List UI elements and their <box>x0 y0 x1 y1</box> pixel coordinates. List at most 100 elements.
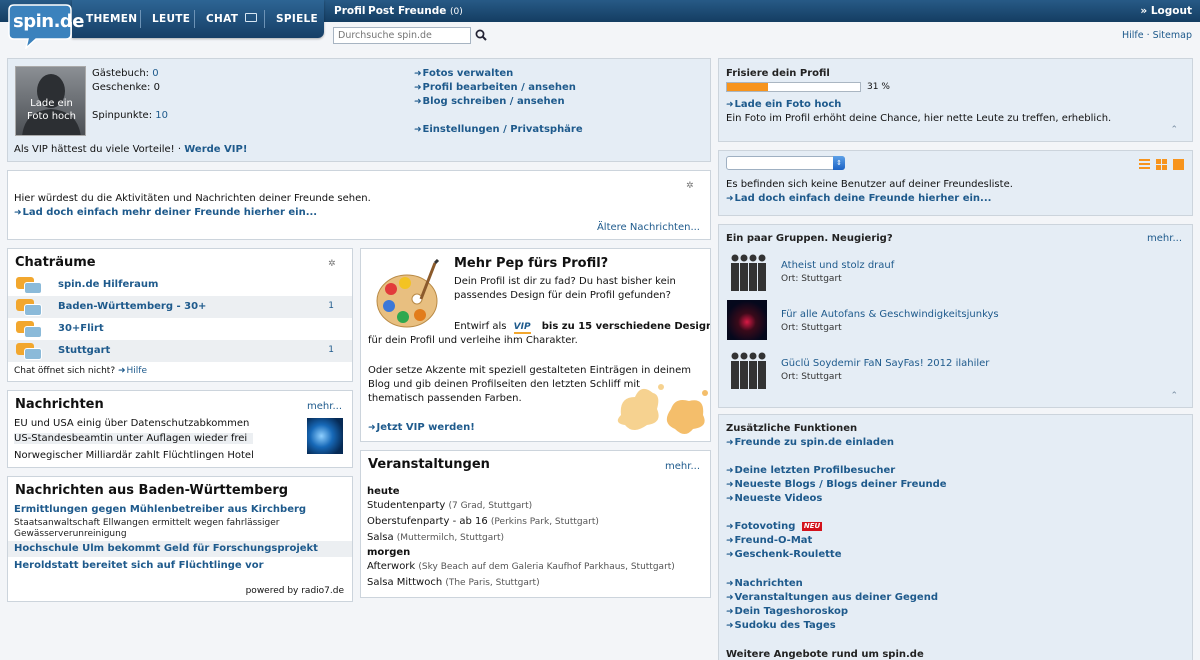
arrow-right-icon: ➜ <box>414 83 422 93</box>
friends-filter-select[interactable]: ⇕ <box>726 156 845 170</box>
fn-invite-link[interactable]: Freunde zu spin.de einladen <box>735 437 894 448</box>
functions-panel: Zusätzliche Funktionen ➜Freunde zu spin.… <box>718 414 1193 660</box>
group-name[interactable]: Für alle Autofans & Geschwindigkeitsjunk… <box>781 309 999 320</box>
gear-icon[interactable]: ✲ <box>686 181 696 191</box>
blog-schreiben-link[interactable]: Blog schreiben <box>423 96 507 107</box>
list-view-icon[interactable] <box>1139 159 1150 170</box>
arrow-right-icon: ➜ <box>414 125 422 135</box>
fn-veranstaltungen-link[interactable]: Veranstaltungen aus deiner Gegend <box>735 592 938 603</box>
event-name[interactable]: Studentenparty <box>367 500 445 511</box>
chatroom-row[interactable]: 30+Flirt <box>8 318 352 340</box>
chatroom-row[interactable]: Stuttgart 1 <box>8 340 352 362</box>
spin-logo[interactable]: spin.de <box>8 3 85 51</box>
regional-headline[interactable]: Ermittlungen gegen Mühlenbetreiber aus K… <box>14 504 306 515</box>
collapse-icon[interactable]: ⌃ <box>1170 125 1178 135</box>
regional-headline[interactable]: Hochschule Ulm bekommt Geld für Forschun… <box>14 543 318 554</box>
event-row[interactable]: Salsa Mittwoch (The Paris, Stuttgart) <box>367 577 540 588</box>
fn-sudoku-link[interactable]: Sudoku des Tages <box>735 620 836 631</box>
chatroom-row[interactable]: Baden-Württemberg - 30+ 1 <box>8 296 352 318</box>
event-name[interactable]: Oberstufenparty - ab 16 <box>367 516 488 527</box>
fn-geschenk-link[interactable]: Geschenk-Roulette <box>735 549 842 560</box>
grid-view-icon[interactable] <box>1156 159 1167 170</box>
topbar-freunde[interactable]: Freunde (0) <box>398 5 463 17</box>
group-item[interactable]: Güclü Soydemir FaN SayFas! 2012 ilahiler… <box>719 349 1192 391</box>
fn-invite-row: ➜Freunde zu spin.de einladen <box>726 437 894 448</box>
arrow-right-icon: ➜ <box>726 579 734 589</box>
profil-bearbeiten-link[interactable]: Profil bearbeiten <box>423 82 518 93</box>
tile-view-icon[interactable] <box>1173 159 1184 170</box>
event-name[interactable]: Salsa Mittwoch <box>367 577 442 588</box>
search-input[interactable] <box>333 27 471 44</box>
group-item[interactable]: Für alle Autofans & Geschwindigkeitsjunk… <box>719 300 1192 342</box>
group-thumbnail[interactable] <box>727 300 767 340</box>
sitemap-link[interactable]: Sitemap <box>1153 30 1192 41</box>
nav-themen[interactable]: THEMEN <box>86 13 137 25</box>
fotos-verwalten-row: ➜Fotos verwalten <box>414 68 513 79</box>
collapse-icon[interactable]: ⌃ <box>1170 391 1178 401</box>
group-name[interactable]: Atheist und stolz drauf <box>781 260 894 271</box>
gear-icon[interactable]: ✲ <box>328 259 338 269</box>
nav-leute[interactable]: LEUTE <box>152 13 190 25</box>
search-icon[interactable] <box>475 29 487 41</box>
einstellungen-link[interactable]: Einstellungen <box>423 124 500 135</box>
vip-link[interactable]: Werde VIP! <box>184 144 247 155</box>
gaestebuch-value[interactable]: 0 <box>152 68 158 79</box>
event-row[interactable]: Afterwork (Sky Beach auf dem Galeria Kau… <box>367 561 675 572</box>
events-more-link[interactable]: mehr... <box>665 461 700 472</box>
chatroom-name[interactable]: 30+Flirt <box>58 323 104 334</box>
fn-horoskop-link[interactable]: Dein Tageshoroskop <box>735 606 848 617</box>
privatsphaere-link[interactable]: Privatsphäre <box>510 124 582 135</box>
spinpunkte-value[interactable]: 10 <box>155 110 168 121</box>
help-link[interactable]: Hilfe <box>1122 30 1144 41</box>
group-silhouette-icon[interactable] <box>727 251 767 291</box>
fn-freund-o-mat-link[interactable]: Freund-O-Mat <box>735 535 813 546</box>
fn-fotovoting-link[interactable]: Fotovoting <box>735 521 796 532</box>
fn-fotovoting-row: ➜Fotovoting NEU <box>726 521 823 532</box>
profil-ansehen-link[interactable]: ansehen <box>528 82 576 93</box>
older-news-link[interactable]: Ältere Nachrichten... <box>597 222 700 233</box>
group-silhouette-icon[interactable] <box>727 349 767 389</box>
fn-besucher-link[interactable]: Deine letzten Profilbesucher <box>735 465 896 476</box>
event-row[interactable]: Studentenparty (7 Grad, Stuttgart) <box>367 500 532 511</box>
chatroom-name[interactable]: Baden-Württemberg - 30+ <box>58 301 206 312</box>
fn-nachrichten-link[interactable]: Nachrichten <box>735 578 803 589</box>
news-more-link[interactable]: mehr... <box>307 401 342 412</box>
chatroom-name[interactable]: Stuttgart <box>58 345 110 356</box>
news-item[interactable]: EU und USA einig über Datenschutzabkomme… <box>14 418 249 429</box>
news-item[interactable]: US-Standesbeamtin unter Auflagen wieder … <box>14 433 254 444</box>
fn-blogs-freunde-link[interactable]: Blogs deiner Freunde <box>826 479 946 490</box>
group-item[interactable]: Atheist und stolz drauf Ort: Stuttgart <box>719 251 1192 293</box>
promo-text-2-prefix: Entwirf als <box>454 321 507 332</box>
regional-headline[interactable]: Heroldstatt bereitet sich auf Flüchtling… <box>14 560 264 571</box>
group-name[interactable]: Güclü Soydemir FaN SayFas! 2012 ilahiler <box>781 358 989 369</box>
fotos-verwalten-link[interactable]: Fotos verwalten <box>423 68 514 79</box>
fn-geschenk-row: ➜Geschenk-Roulette <box>726 549 841 560</box>
chatroom-name[interactable]: spin.de Hilferaum <box>58 279 158 290</box>
groups-more-link[interactable]: mehr... <box>1147 233 1182 244</box>
upload-photo-link[interactable]: Lade ein Foto hoch <box>735 99 842 110</box>
logout-link[interactable]: » Logout <box>1140 5 1192 17</box>
nav-spiele[interactable]: SPIELE <box>276 13 318 25</box>
nav-chat[interactable]: CHAT <box>206 13 238 25</box>
friends-invite-link[interactable]: Lad doch einfach deine Freunde hierher e… <box>735 193 992 204</box>
event-name[interactable]: Salsa <box>367 532 394 543</box>
chat-help-link[interactable]: Hilfe <box>127 366 147 376</box>
fn-videos-link[interactable]: Neueste Videos <box>735 493 823 504</box>
chatroom-row[interactable]: spin.de Hilferaum <box>8 274 352 296</box>
event-row[interactable]: Oberstufenparty - ab 16 (Perkins Park, S… <box>367 516 599 527</box>
news-thumbnail[interactable] <box>307 418 343 454</box>
activity-text: Hier würdest du die Aktivitäten und Nach… <box>14 193 371 204</box>
promo-cta-link[interactable]: Jetzt VIP werden! <box>377 422 475 433</box>
promo-text-1: Dein Profil ist dir zu fad? Du hast bish… <box>454 276 676 301</box>
fn-blogs-link[interactable]: Neueste Blogs <box>735 479 816 490</box>
fn-freund-o-mat-row: ➜Freund-O-Mat <box>726 535 812 546</box>
topbar-post[interactable]: Post <box>368 5 394 17</box>
activity-invite-link[interactable]: Lad doch einfach mehr deiner Freunde hie… <box>23 207 318 218</box>
event-name[interactable]: Afterwork <box>367 561 415 572</box>
blog-ansehen-link[interactable]: ansehen <box>517 96 565 107</box>
promo-title: Mehr Pep fürs Profil? <box>454 256 609 271</box>
topbar-profil[interactable]: Profil <box>334 5 365 17</box>
profile-photo-placeholder[interactable]: Lade ein Foto hoch <box>15 66 86 136</box>
news-item[interactable]: Norwegischer Milliardär zahlt Flüchtling… <box>14 450 254 461</box>
event-row[interactable]: Salsa (Muttermilch, Stuttgart) <box>367 532 504 543</box>
